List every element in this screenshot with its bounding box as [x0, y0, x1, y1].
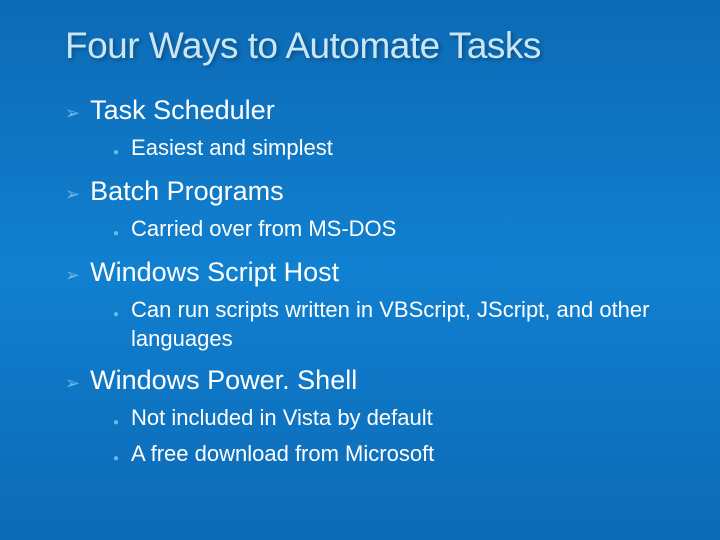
- slide-title: Four Ways to Automate Tasks: [65, 25, 665, 67]
- main-label: Task Scheduler: [90, 95, 275, 126]
- sub-label: Carried over from MS-DOS: [131, 215, 396, 244]
- dot-icon: ●: [113, 304, 119, 326]
- sub-item: ● Carried over from MS-DOS: [113, 215, 665, 245]
- arrow-icon: ➢: [65, 265, 80, 286]
- main-item-row: ➢ Windows Power. Shell: [65, 365, 665, 396]
- sub-item: ● Easiest and simplest: [113, 134, 665, 164]
- sub-label: A free download from Microsoft: [131, 440, 434, 469]
- sub-list: ● Not included in Vista by default ● A f…: [113, 404, 665, 470]
- main-label: Batch Programs: [90, 176, 284, 207]
- main-item-row: ➢ Windows Script Host: [65, 257, 665, 288]
- sub-list: ● Easiest and simplest: [113, 134, 665, 164]
- list-item: ➢ Batch Programs ● Carried over from MS-…: [65, 176, 665, 245]
- arrow-icon: ➢: [65, 103, 80, 124]
- sub-label: Can run scripts written in VBScript, JSc…: [131, 296, 665, 353]
- dot-icon: ●: [113, 412, 119, 434]
- dot-icon: ●: [113, 448, 119, 470]
- main-label: Windows Script Host: [90, 257, 339, 288]
- main-item-row: ➢ Task Scheduler: [65, 95, 665, 126]
- list-item: ➢ Task Scheduler ● Easiest and simplest: [65, 95, 665, 164]
- sub-label: Easiest and simplest: [131, 134, 333, 163]
- sub-item: ● Not included in Vista by default: [113, 404, 665, 434]
- main-list: ➢ Task Scheduler ● Easiest and simplest …: [65, 95, 665, 470]
- slide: Four Ways to Automate Tasks ➢ Task Sched…: [0, 0, 720, 512]
- sub-list: ● Can run scripts written in VBScript, J…: [113, 296, 665, 353]
- main-item-row: ➢ Batch Programs: [65, 176, 665, 207]
- list-item: ➢ Windows Power. Shell ● Not included in…: [65, 365, 665, 470]
- arrow-icon: ➢: [65, 184, 80, 205]
- sub-label: Not included in Vista by default: [131, 404, 433, 433]
- main-label: Windows Power. Shell: [90, 365, 357, 396]
- sub-item: ● A free download from Microsoft: [113, 440, 665, 470]
- dot-icon: ●: [113, 142, 119, 164]
- arrow-icon: ➢: [65, 373, 80, 394]
- list-item: ➢ Windows Script Host ● Can run scripts …: [65, 257, 665, 353]
- sub-item: ● Can run scripts written in VBScript, J…: [113, 296, 665, 353]
- dot-icon: ●: [113, 223, 119, 245]
- sub-list: ● Carried over from MS-DOS: [113, 215, 665, 245]
